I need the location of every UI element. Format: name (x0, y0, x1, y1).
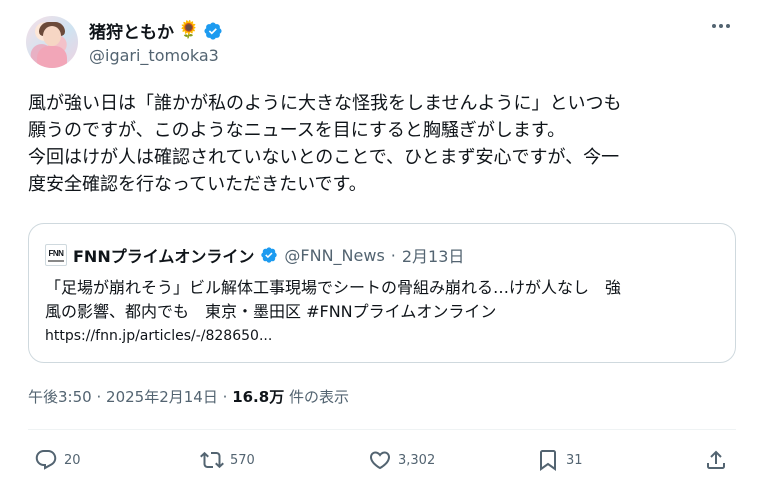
quoted-date: 2月13日 (401, 247, 465, 266)
bookmark-icon (540, 450, 556, 471)
quoted-text-line: 「足場が崩れそう」ビル解体工事現場でシートの骨組み崩れる…けが人なし 強 (45, 278, 622, 297)
tweet-text-line: 願うのですが、このようなニュースを目にすると胸騒ぎがします。 (28, 120, 566, 141)
tweet-date[interactable]: 2025年2月14日 (106, 388, 218, 406)
heart-icon (369, 451, 391, 470)
repost-button[interactable]: 570 (200, 448, 255, 472)
view-count: 16.8万 (232, 388, 285, 406)
repost-count: 570 (230, 452, 255, 468)
bookmark-button[interactable]: 31 (536, 448, 583, 472)
like-button[interactable]: 3,302 (368, 448, 435, 472)
author-name-row[interactable]: 猪狩ともか 🌻 (89, 18, 223, 43)
avatar-face (43, 26, 61, 46)
like-count: 3,302 (398, 452, 436, 468)
tweet-text-line: 今回はけが人は確認されていないとのことで、ひとまず安心ですが、今一 (28, 147, 620, 168)
author-display-name[interactable]: 猪狩ともか (89, 18, 174, 43)
tweet-text-line: 風が強い日は「誰かが私のように大きな怪我をしませんように」といつも (28, 93, 622, 114)
quoted-text-line: 風の影響、都内でも 東京・墨田区 #FNNプライムオンライン (45, 302, 497, 321)
bookmark-count: 31 (566, 452, 583, 468)
tweet-time[interactable]: 午後3:50 (28, 388, 92, 406)
sunflower-emoji: 🌻 (178, 20, 200, 40)
view-count-label: 件の表示 (288, 388, 349, 406)
tweet: 猪狩ともか 🌻 @igari_tomoka3 風が強い日は「誰かが私のように大き… (0, 0, 781, 492)
reply-button[interactable]: 20 (34, 448, 81, 472)
verified-badge-icon (261, 247, 278, 263)
meta-separator: · (96, 388, 102, 406)
quoted-tweet-header: FNN FNNプライムオンライン @FNN_News · 2月13日 (45, 243, 464, 267)
more-options-icon[interactable] (712, 24, 730, 28)
avatar[interactable] (26, 16, 78, 68)
tweet-meta: 午後3:50 · 2025年2月14日 · 16.8万 件の表示 (28, 386, 349, 407)
author-handle[interactable]: @igari_tomoka3 (89, 46, 219, 65)
quoted-tweet-card[interactable]: FNN FNNプライムオンライン @FNN_News · 2月13日 「足場が崩… (28, 223, 736, 363)
share-icon (707, 450, 725, 469)
fnn-logo-icon: FNN (45, 244, 67, 266)
quoted-separator: · (390, 245, 396, 265)
tweet-text: 風が強い日は「誰かが私のように大きな怪我をしませんように」といつも 願うのですが… (28, 90, 748, 198)
reply-count: 20 (64, 452, 81, 468)
avatar-body (37, 46, 67, 68)
quoted-tweet-text: 「足場が崩れそう」ビル解体工事現場でシートの骨組み崩れる…けが人なし 強 風の影… (45, 276, 725, 324)
quoted-author-name: FNNプライムオンライン (73, 247, 255, 266)
divider (28, 429, 736, 430)
fnn-logo-text: FNN (48, 248, 64, 258)
tweet-text-line: 度安全確認を行なっていただきたいです。 (28, 174, 367, 195)
share-button[interactable] (704, 448, 728, 472)
quoted-link[interactable]: https://fnn.jp/articles/-/828650... (45, 328, 272, 344)
quoted-author-handle: @FNN_News (284, 245, 385, 265)
reply-icon (35, 450, 57, 470)
meta-separator: · (222, 388, 228, 406)
verified-badge-icon (204, 21, 222, 40)
repost-icon (200, 451, 224, 469)
